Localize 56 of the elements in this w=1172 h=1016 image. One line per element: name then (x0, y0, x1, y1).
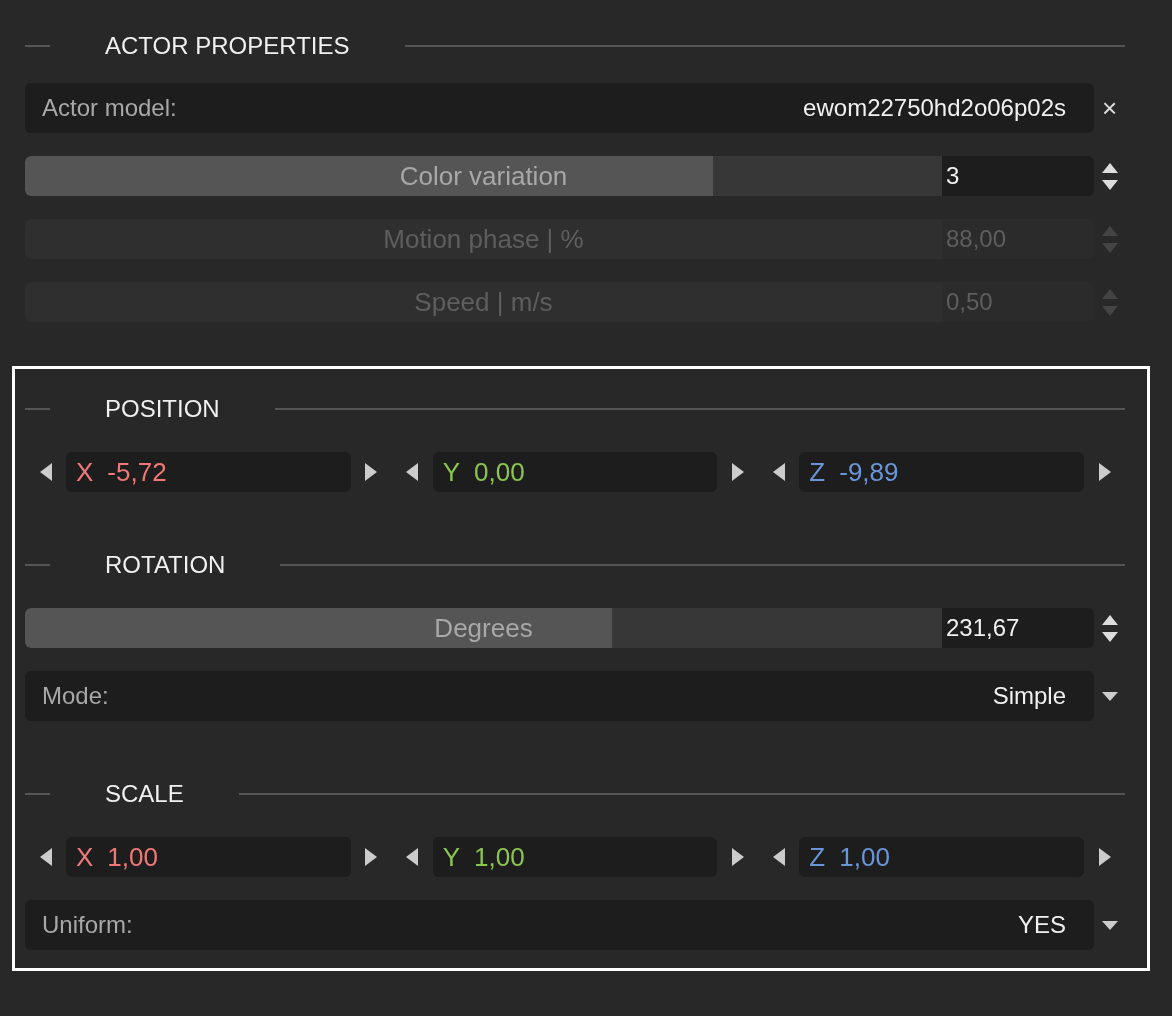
axis-value: -9,89 (839, 455, 899, 489)
section-title: ROTATION (105, 550, 226, 580)
arrow-left-icon[interactable] (772, 463, 785, 481)
axis-label: X (76, 840, 94, 874)
field-value: Simple (992, 681, 1066, 711)
axis-label: Y (442, 455, 460, 489)
field-label: Uniform: (42, 910, 133, 940)
caret-down-icon[interactable] (1101, 691, 1118, 701)
arrow-right-icon[interactable] (1098, 848, 1111, 866)
slider-label: Degrees (434, 611, 533, 645)
number-field[interactable]: Z 1,00 (799, 837, 1084, 877)
spin-up-icon[interactable] (1101, 614, 1118, 625)
arrow-left-icon[interactable] (772, 848, 785, 866)
arrow-right-icon[interactable] (731, 848, 744, 866)
field-value: ewom22750hd2o06p02s (803, 93, 1066, 123)
number-field[interactable]: Y 0,00 (432, 452, 718, 492)
clear-button[interactable]: × (1101, 95, 1118, 121)
field-label: Actor model: (42, 93, 177, 123)
number-field[interactable]: X 1,00 (66, 837, 351, 877)
slider-label: Color variation (399, 159, 568, 193)
arrow-left-icon[interactable] (406, 848, 419, 866)
axis-label: Z (809, 455, 826, 489)
field-label: Mode: (42, 681, 109, 711)
axis-label: Y (442, 840, 460, 874)
arrow-left-icon[interactable] (39, 463, 52, 481)
dropdown[interactable]: Uniform: YES (25, 900, 1094, 950)
arrow-right-icon[interactable] (365, 463, 378, 481)
caret-down-icon[interactable] (1101, 920, 1118, 930)
section-title: ACTOR PROPERTIES (105, 31, 350, 61)
text-field[interactable]: Actor model: ewom22750hd2o06p02s (25, 83, 1094, 133)
axis-value: 1,00 (839, 840, 890, 874)
arrow-right-icon[interactable] (365, 848, 378, 866)
axis-value: 0,00 (474, 455, 525, 489)
section-title: POSITION (105, 394, 220, 424)
number-field[interactable]: 231,67 (942, 608, 1094, 648)
arrow-left-icon[interactable] (406, 463, 419, 481)
number-field[interactable]: 3 (942, 156, 1094, 196)
arrow-right-icon[interactable] (1098, 463, 1111, 481)
number-field[interactable]: X -5,72 (66, 452, 351, 492)
axis-value: 1,00 (474, 840, 525, 874)
dropdown[interactable]: Mode: Simple (25, 671, 1094, 721)
spin-up-icon[interactable] (1101, 162, 1118, 173)
number-field[interactable]: Y 1,00 (432, 837, 718, 877)
slider-track[interactable]: Color variation (25, 156, 942, 196)
axis-value: 1,00 (107, 840, 158, 874)
axis-label: X (76, 455, 94, 489)
axis-label: Z (809, 840, 826, 874)
number-field[interactable]: Z -9,89 (799, 452, 1084, 492)
axis-value: -5,72 (107, 455, 167, 489)
spin-down-icon[interactable] (1101, 179, 1118, 190)
slider-track[interactable]: Degrees (25, 608, 942, 648)
arrow-right-icon[interactable] (731, 463, 744, 481)
section-title: SCALE (105, 779, 184, 809)
field-value: YES (1017, 910, 1066, 940)
spin-down-icon[interactable] (1101, 631, 1118, 642)
arrow-left-icon[interactable] (39, 848, 52, 866)
